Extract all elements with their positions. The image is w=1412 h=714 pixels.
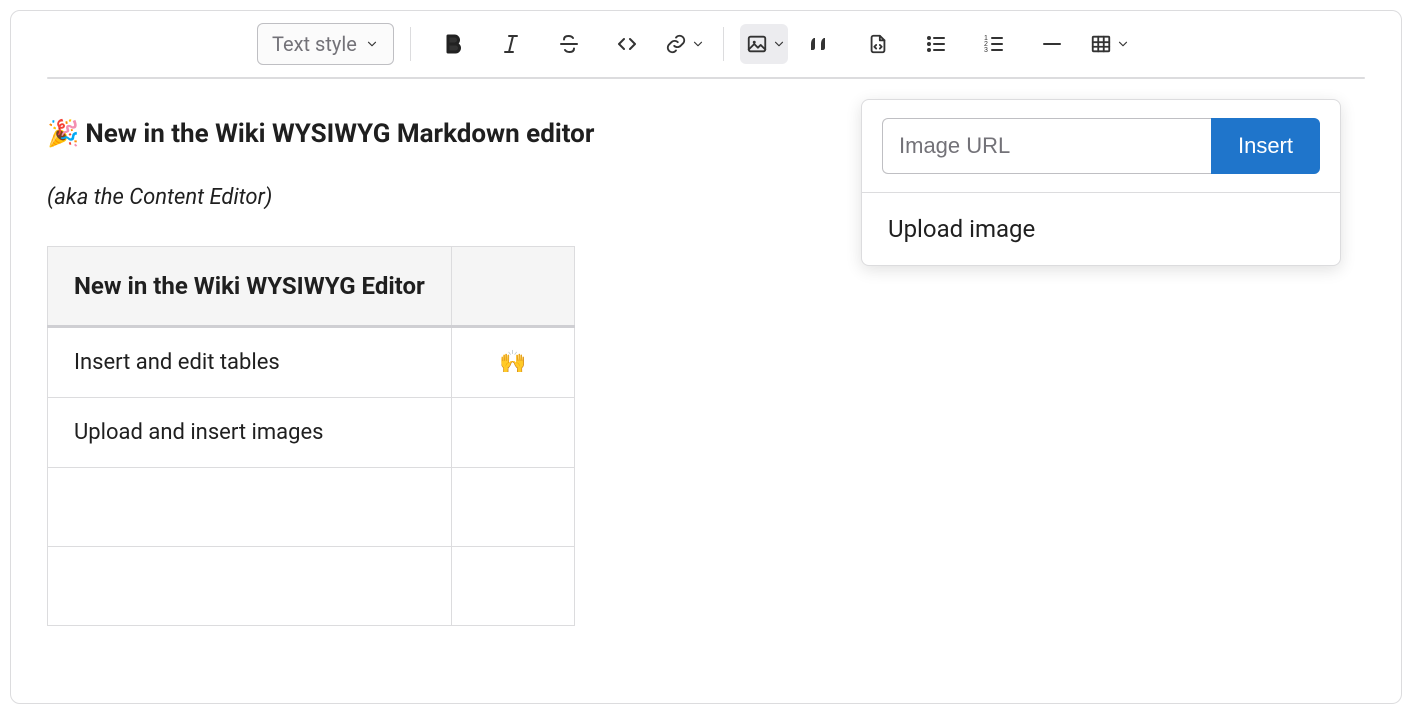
table-row — [48, 468, 575, 547]
image-button[interactable] — [740, 24, 788, 64]
toolbar-inner: Text style — [257, 23, 1132, 65]
toolbar: Text style — [11, 11, 1401, 77]
chevron-down-icon — [772, 37, 786, 51]
table-header-cell[interactable] — [451, 247, 574, 327]
table-cell[interactable]: Upload and insert images — [48, 398, 452, 468]
inline-code-button[interactable] — [601, 24, 653, 64]
codeblock-button[interactable] — [852, 24, 904, 64]
party-popper-emoji: 🎉 — [47, 119, 79, 149]
strike-button[interactable] — [543, 24, 595, 64]
table-cell[interactable] — [451, 468, 574, 547]
table-cell[interactable] — [451, 547, 574, 626]
horizontal-rule-button[interactable] — [1026, 24, 1078, 64]
italic-button[interactable] — [485, 24, 537, 64]
text-style-label: Text style — [272, 32, 357, 56]
toolbar-divider — [410, 27, 411, 61]
table-cell[interactable]: 🙌 — [451, 327, 574, 398]
ordered-list-button[interactable]: 1 2 3 — [968, 24, 1020, 64]
chevron-down-icon — [1116, 37, 1130, 51]
table-cell[interactable]: Insert and edit tables — [48, 327, 452, 398]
text-style-dropdown[interactable]: Text style — [257, 23, 394, 65]
table-row: Insert and edit tables 🙌 — [48, 327, 575, 398]
table-cell[interactable] — [48, 468, 452, 547]
svg-text:3: 3 — [984, 47, 988, 54]
bold-button[interactable] — [427, 24, 479, 64]
table-header-cell[interactable]: New in the Wiki WYSIWYG Editor — [48, 247, 452, 327]
image-url-input[interactable] — [882, 118, 1211, 174]
editor-frame: Text style — [10, 10, 1402, 704]
table-row — [48, 547, 575, 626]
chevron-down-icon — [691, 37, 705, 51]
toolbar-divider — [723, 27, 724, 61]
quote-button[interactable] — [794, 24, 846, 64]
table-button[interactable] — [1084, 24, 1132, 64]
table-row: Upload and insert images — [48, 398, 575, 468]
upload-image-option[interactable]: Upload image — [862, 193, 1340, 265]
content-table[interactable]: New in the Wiki WYSIWYG Editor Insert an… — [47, 246, 575, 626]
insert-image-button[interactable]: Insert — [1211, 118, 1320, 174]
link-button[interactable] — [659, 24, 707, 64]
table-header-row: New in the Wiki WYSIWYG Editor — [48, 247, 575, 327]
image-url-row: Insert — [862, 100, 1340, 193]
bullet-list-button[interactable] — [910, 24, 962, 64]
chevron-down-icon — [365, 32, 379, 56]
heading-text: New in the Wiki WYSIWYG Markdown editor — [85, 119, 594, 149]
image-dropdown-panel: Insert Upload image — [861, 99, 1341, 266]
table-cell[interactable] — [451, 398, 574, 468]
table-cell[interactable] — [48, 547, 452, 626]
